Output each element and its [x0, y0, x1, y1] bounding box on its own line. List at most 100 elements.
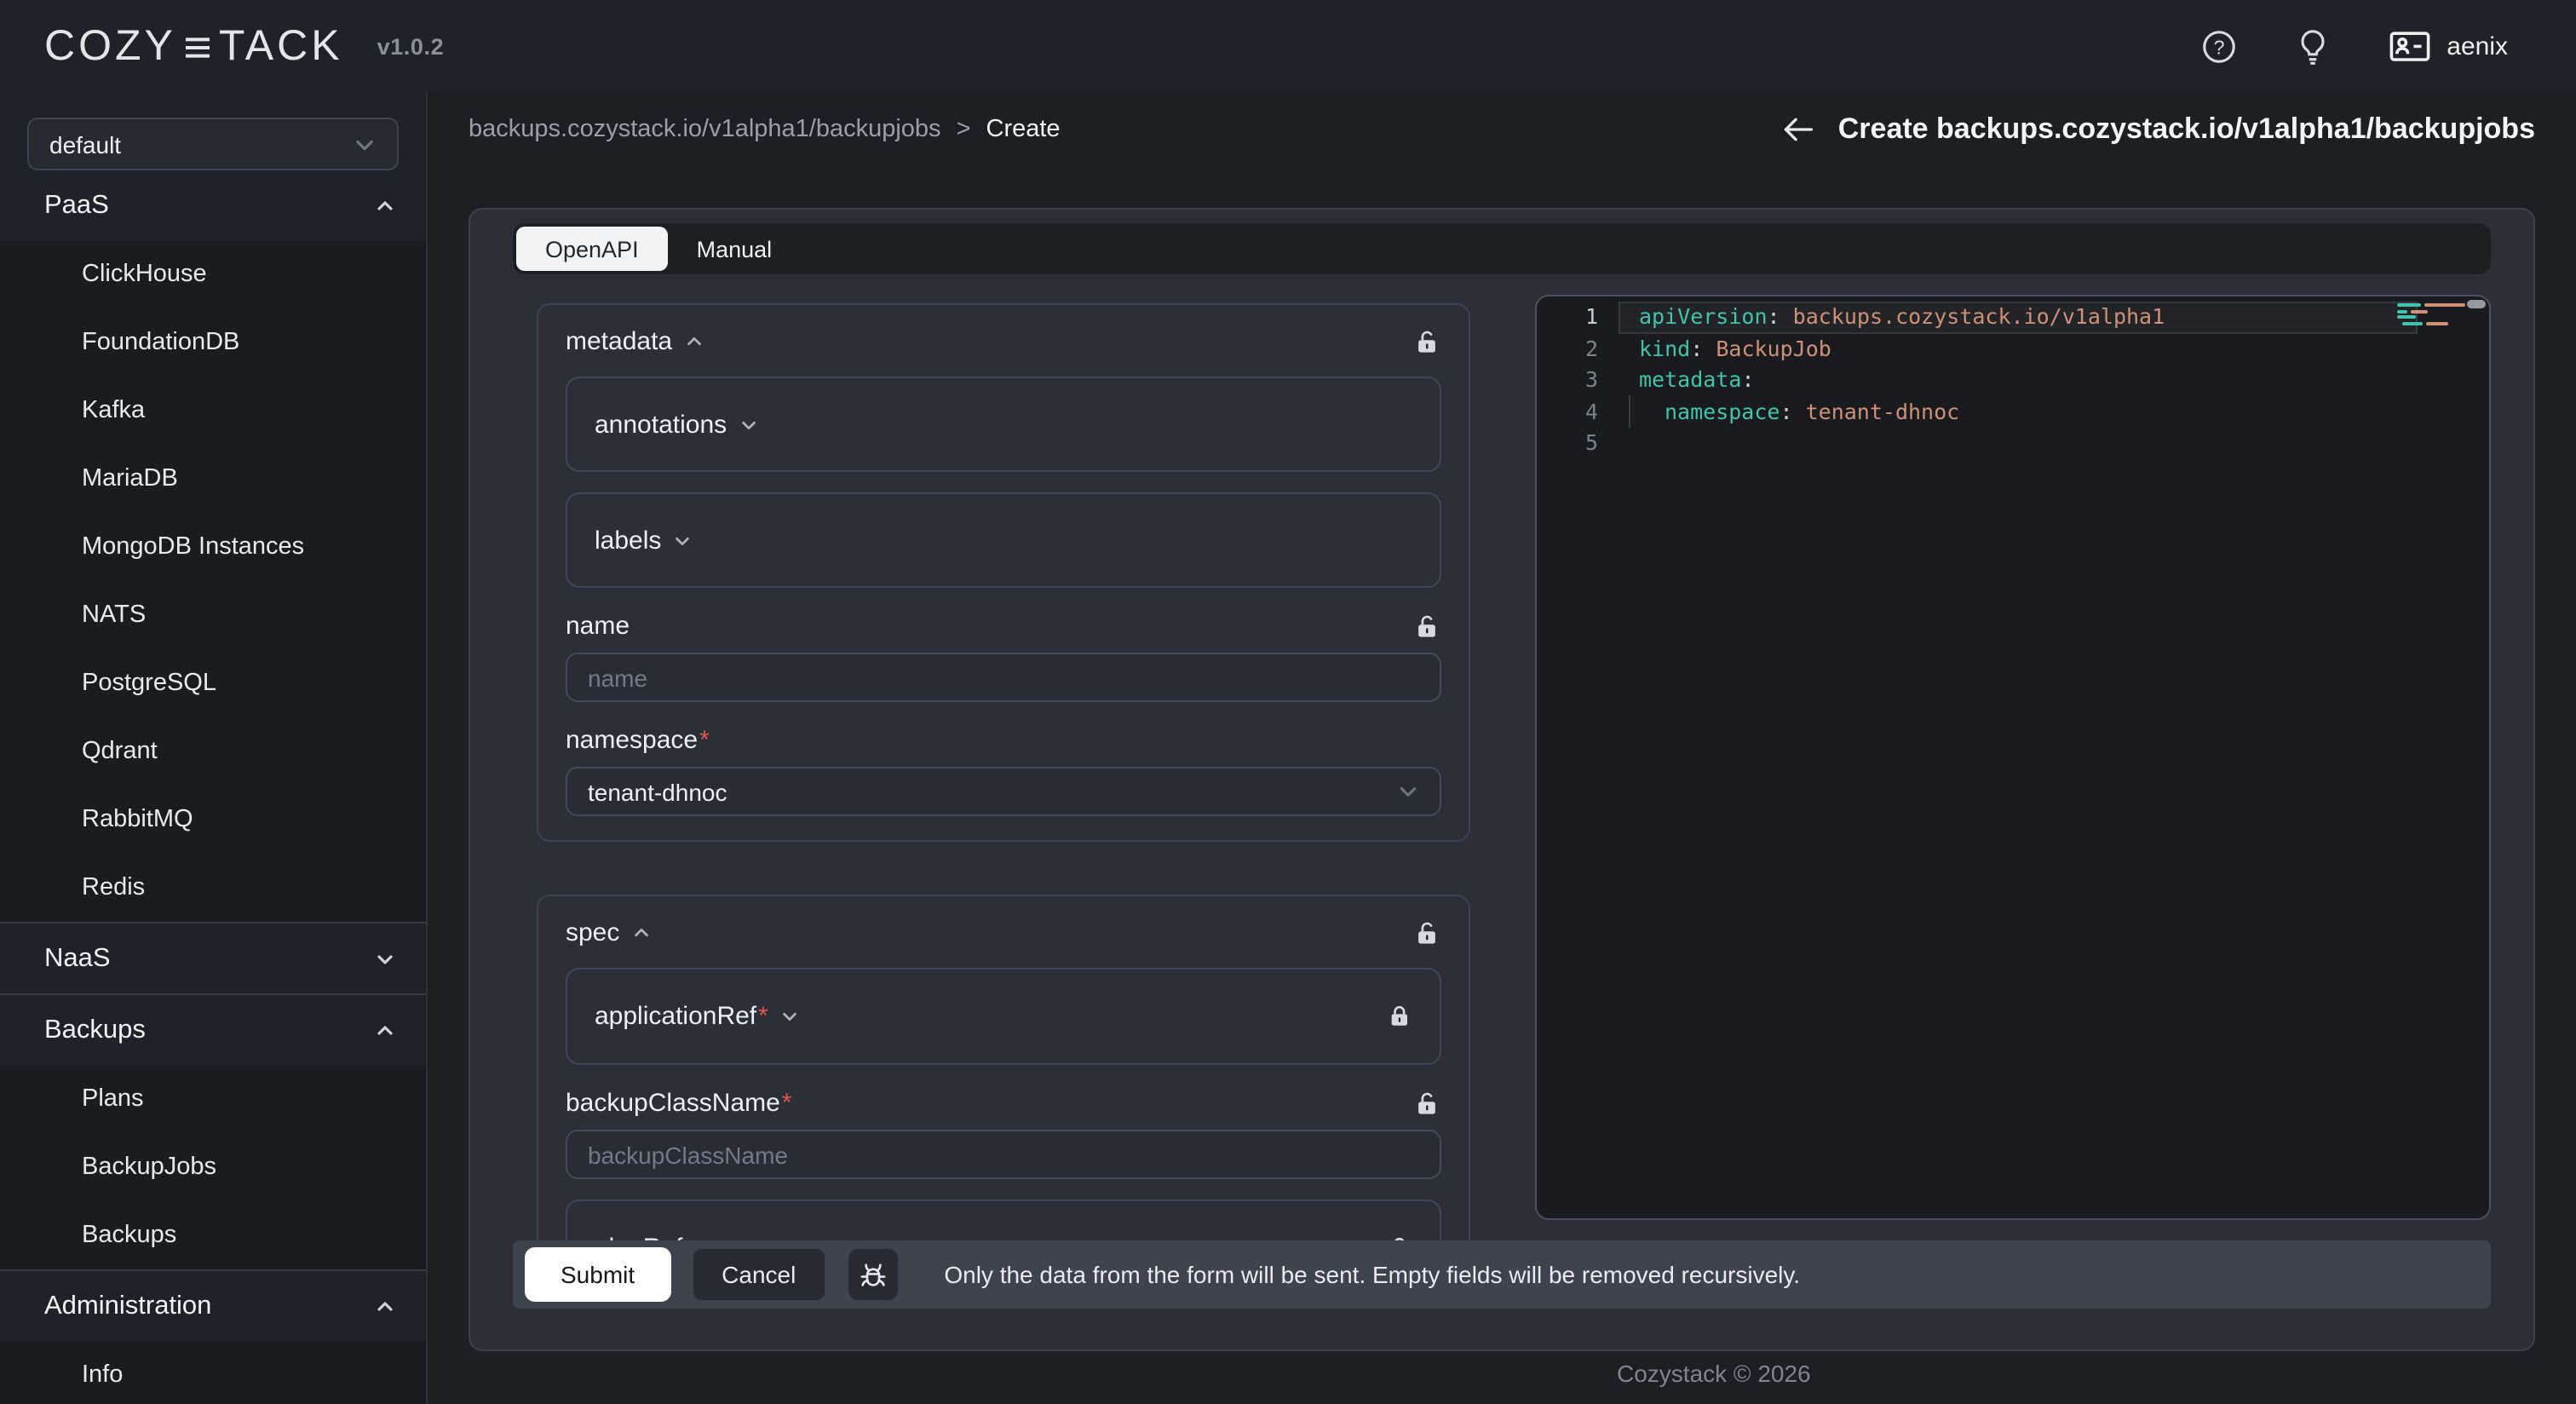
- annotations-label: annotations: [595, 410, 727, 439]
- minimap: [2397, 303, 2465, 327]
- sidebar-item-kafka[interactable]: Kafka: [0, 377, 426, 445]
- top-bar: COZY TACK v1.0.2 ?: [0, 0, 2576, 92]
- code-line: 2 kind: BackupJob: [1537, 333, 2489, 365]
- labels-label: labels: [595, 526, 661, 555]
- sidebar-item-backups[interactable]: Backups: [0, 1201, 426, 1269]
- yaml-code-editor[interactable]: 1 apiVersion: backups.cozystack.io/v1alp…: [1535, 295, 2491, 1220]
- profile-select[interactable]: default: [27, 118, 399, 170]
- user-badge[interactable]: aenix: [2389, 29, 2508, 63]
- section-label: NaaS: [44, 943, 111, 974]
- unlock-icon[interactable]: [1412, 611, 1441, 640]
- page-title-row: Create backups.cozystack.io/v1alpha1/bac…: [1780, 112, 2535, 147]
- tab-openapi[interactable]: OpenAPI: [516, 227, 668, 271]
- applicationref-collapse[interactable]: applicationRef*: [566, 968, 1441, 1065]
- app: COZY TACK v1.0.2 ?: [0, 0, 2576, 1404]
- chevron-up-icon: [684, 331, 703, 350]
- sidebar: default PaaS ClickHouse FoundationDB Kaf…: [0, 92, 428, 1404]
- name-input[interactable]: [566, 653, 1441, 702]
- annotations-collapse[interactable]: annotations: [566, 377, 1441, 472]
- spec-legend: spec: [566, 918, 619, 947]
- sidebar-item-clickhouse[interactable]: ClickHouse: [0, 240, 426, 308]
- sidebar-section-administration[interactable]: Administration: [0, 1271, 426, 1341]
- required-mark: *: [758, 1002, 768, 1031]
- backups-submenu: Plans BackupJobs Backups: [0, 1065, 426, 1269]
- code-area: 1 apiVersion: backups.cozystack.io/v1alp…: [1537, 296, 2489, 459]
- namespace-select[interactable]: tenant-dhnoc: [566, 767, 1441, 816]
- spec-legend-row[interactable]: spec: [566, 913, 1441, 951]
- code-line: 1 apiVersion: backups.cozystack.io/v1alp…: [1537, 302, 2489, 333]
- sidebar-item-redis[interactable]: Redis: [0, 854, 426, 922]
- unlock-icon[interactable]: [1412, 918, 1441, 947]
- sidebar-item-qdrant[interactable]: Qdrant: [0, 717, 426, 785]
- spec-group: spec: [537, 895, 1470, 1240]
- main-header: backups.cozystack.io/v1alpha1/backupjobs…: [469, 95, 2535, 164]
- code-line: 5: [1537, 428, 2489, 459]
- workspace: metadata: [513, 295, 2491, 1240]
- metadata-legend: metadata: [566, 326, 672, 355]
- sidebar-item-mongodb-instances[interactable]: MongoDB Instances: [0, 513, 426, 581]
- theme-toggle-button[interactable]: [2295, 28, 2331, 64]
- sidebar-item-foundationdb[interactable]: FoundationDB: [0, 308, 426, 377]
- backupclassname-label: backupClassName: [566, 1088, 780, 1117]
- breadcrumb-current: Create: [986, 116, 1061, 143]
- submit-button[interactable]: Submit: [525, 1247, 670, 1302]
- unlock-icon[interactable]: [1412, 326, 1441, 355]
- sidebar-item-backupjobs[interactable]: BackupJobs: [0, 1133, 426, 1201]
- line-number: 1: [1537, 302, 1615, 333]
- sidebar-item-rabbitmq[interactable]: RabbitMQ: [0, 785, 426, 854]
- code-line: 4 namespace: tenant-dhnoc: [1537, 396, 2489, 428]
- back-button[interactable]: [1780, 112, 1814, 147]
- administration-submenu: Info: [0, 1341, 426, 1404]
- editor-mode-tabs: OpenAPI Manual: [513, 223, 2491, 274]
- sidebar-section-backups[interactable]: Backups: [0, 995, 426, 1065]
- applicationref-label: applicationRef: [595, 1002, 756, 1031]
- sidebar-item-mariadb[interactable]: MariaDB: [0, 445, 426, 513]
- sidebar-section-naas[interactable]: NaaS: [0, 924, 426, 993]
- lock-icon[interactable]: [1387, 1235, 1412, 1240]
- required-mark: *: [699, 725, 710, 754]
- sidebar-item-info[interactable]: Info: [0, 1341, 426, 1404]
- app-version: v1.0.2: [377, 33, 445, 59]
- page-title: Create backups.cozystack.io/v1alpha1/bac…: [1838, 112, 2535, 147]
- line-number: 5: [1537, 428, 1615, 459]
- backupclassname-input[interactable]: [566, 1130, 1441, 1179]
- cancel-button[interactable]: Cancel: [691, 1247, 826, 1302]
- sidebar-section-paas[interactable]: PaaS: [0, 170, 426, 240]
- chevron-down-icon: [780, 1007, 799, 1026]
- debug-button[interactable]: [847, 1247, 900, 1302]
- form-notice: Only the data from the form will be sent…: [944, 1261, 1800, 1288]
- cozystack-logo[interactable]: COZY TACK: [44, 21, 343, 71]
- footer-copyright: Cozystack © 2026: [1617, 1360, 1811, 1387]
- main-content: backups.cozystack.io/v1alpha1/backupjobs…: [428, 92, 2576, 1404]
- line-number: 3: [1537, 365, 1615, 396]
- chevron-down-icon: [694, 1239, 713, 1240]
- unlock-icon[interactable]: [1412, 1088, 1441, 1117]
- labels-collapse[interactable]: labels: [566, 492, 1441, 588]
- chevron-up-icon: [375, 195, 395, 216]
- line-number: 4: [1537, 396, 1615, 428]
- lock-icon[interactable]: [1387, 1004, 1412, 1029]
- sidebar-item-plans[interactable]: Plans: [0, 1065, 426, 1133]
- profile-select-value: default: [49, 130, 121, 158]
- planref-collapse[interactable]: planRef: [566, 1200, 1441, 1240]
- chevron-down-icon: [1397, 780, 1419, 803]
- line-number: 2: [1537, 333, 1615, 365]
- tab-manual[interactable]: Manual: [668, 227, 802, 271]
- chevron-up-icon: [375, 1020, 395, 1040]
- breadcrumb: backups.cozystack.io/v1alpha1/backupjobs…: [469, 116, 1061, 143]
- user-name: aenix: [2447, 32, 2508, 60]
- metadata-legend-row[interactable]: metadata: [566, 322, 1441, 360]
- breadcrumb-path[interactable]: backups.cozystack.io/v1alpha1/backupjobs: [469, 116, 941, 143]
- bug-icon: [857, 1258, 889, 1291]
- sidebar-item-nats[interactable]: NATS: [0, 581, 426, 649]
- namespace-label: namespace: [566, 725, 698, 754]
- namespace-label-row: namespace*: [566, 722, 1441, 757]
- metadata-group: metadata: [537, 303, 1470, 842]
- scrollbar-thumb[interactable]: [2467, 300, 2486, 308]
- code-line: 3 metadata:: [1537, 365, 2489, 396]
- name-label: name: [566, 611, 630, 640]
- sidebar-item-postgresql[interactable]: PostgreSQL: [0, 649, 426, 717]
- help-button[interactable]: ?: [2201, 28, 2237, 64]
- logo-text-right: TACK: [219, 21, 343, 71]
- chevron-down-icon: [375, 948, 395, 969]
